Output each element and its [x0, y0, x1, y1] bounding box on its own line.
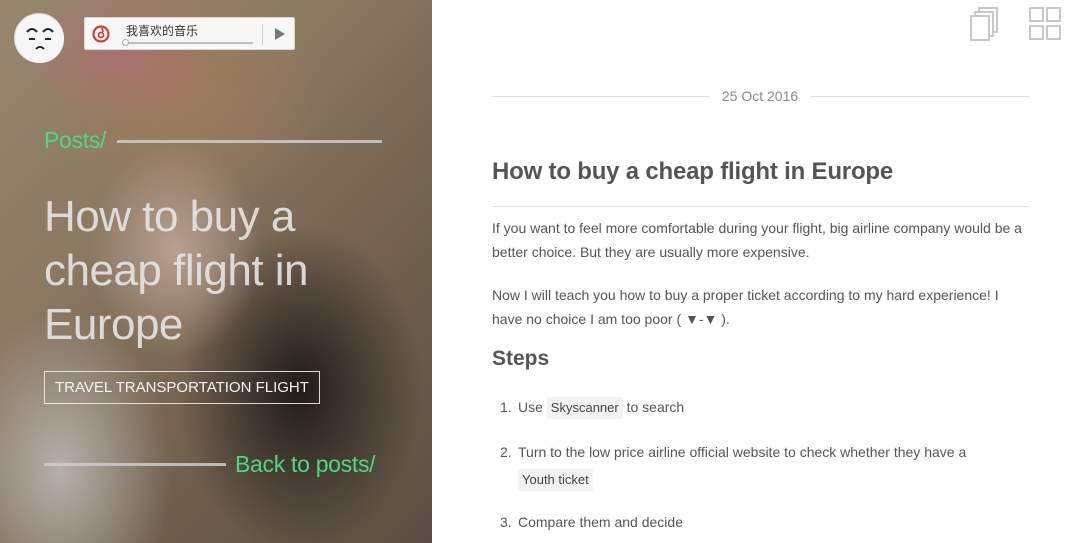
step-number: 3.: [500, 514, 512, 530]
tags-box[interactable]: TRAVEL TRANSPORTATION FLIGHT: [44, 371, 320, 404]
avatar-face-icon: [16, 15, 64, 63]
step-text: Turn to the low price airline official w…: [518, 444, 967, 460]
hero-title: How to buy a cheap flight in Europe: [44, 192, 309, 349]
netease-music-icon[interactable]: [91, 24, 111, 44]
music-player: 我喜欢的音乐: [84, 17, 295, 50]
date-divider-right: [811, 96, 1030, 97]
step-item: 1. Use Skyscanner to search: [500, 395, 1030, 419]
date-row: 25 Oct 2016: [492, 86, 1030, 108]
title-divider: [492, 206, 1030, 207]
step-number: 2.: [500, 444, 512, 460]
back-to-posts-link[interactable]: Back to posts/: [235, 451, 376, 478]
avatar[interactable]: [14, 13, 64, 63]
inline-code: Youth ticket: [518, 469, 593, 491]
step-text: to search: [626, 399, 685, 415]
music-song-title: 我喜欢的音乐: [126, 24, 199, 38]
step-text: Use: [518, 399, 543, 415]
view-toggle: [968, 6, 1068, 42]
hero-panel: 我喜欢的音乐 Posts/ How to buy a cheap flight …: [0, 0, 432, 543]
step-text: Compare them and decide: [518, 514, 683, 530]
step-item: 3. Compare them and decide: [500, 510, 1030, 534]
article-title: How to buy a cheap flight in Europe: [492, 158, 894, 185]
music-progress-handle[interactable]: [122, 39, 129, 46]
back-divider: [44, 463, 226, 466]
pages-icon[interactable]: [968, 6, 1002, 42]
article-paragraph: If you want to feel more comfortable dur…: [492, 220, 1022, 260]
posts-link[interactable]: Posts/: [44, 127, 106, 154]
grid-icon[interactable]: [1028, 6, 1062, 42]
posts-divider: [117, 140, 382, 143]
play-icon[interactable]: [269, 24, 289, 44]
steps-heading: Steps: [492, 347, 550, 370]
music-progress-bar[interactable]: [123, 42, 253, 44]
article-paragraph: Now I will teach you how to buy a proper…: [492, 287, 999, 327]
post-date: 25 Oct 2016: [721, 88, 799, 104]
music-divider: [262, 24, 263, 45]
step-number: 1.: [500, 399, 512, 415]
date-divider-left: [492, 96, 709, 97]
inline-code: Skyscanner: [546, 397, 623, 419]
step-item: 2. Turn to the low price airline official…: [500, 440, 1030, 491]
